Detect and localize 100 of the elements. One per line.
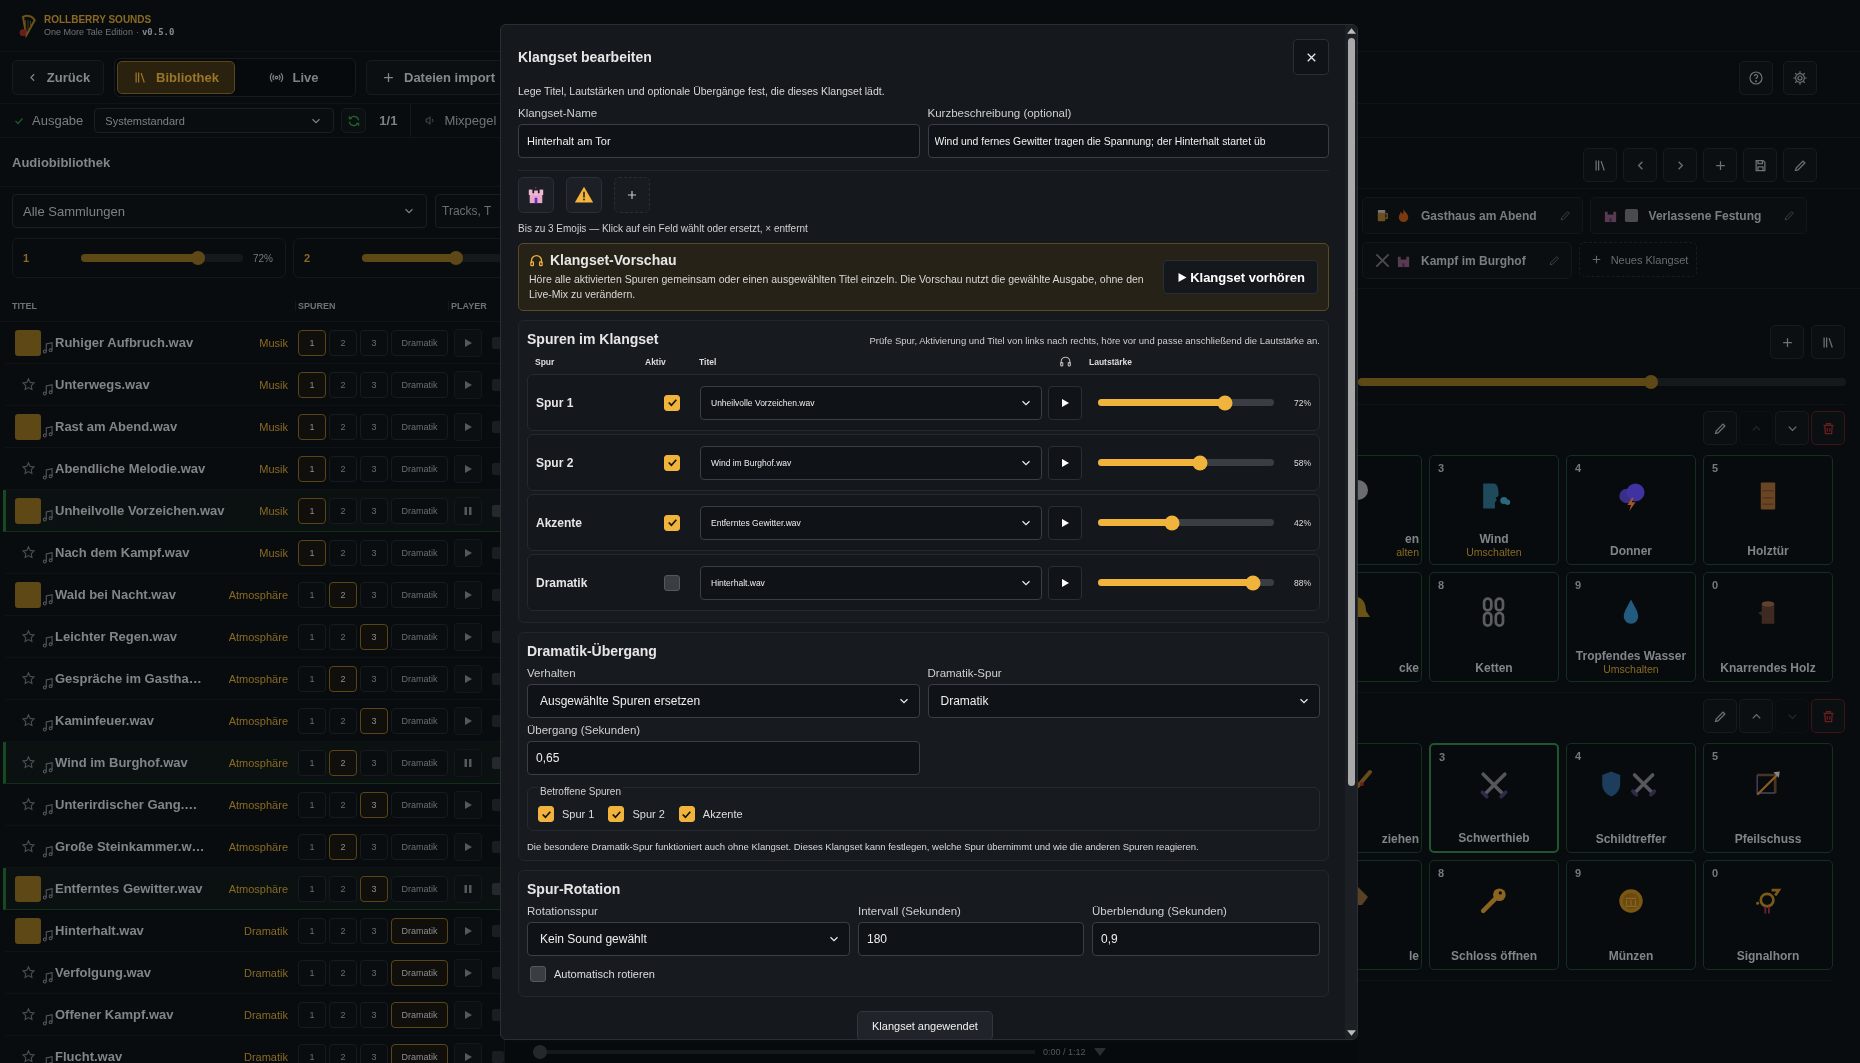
track-row[interactable]: Unterirdischer Gang.… Atmosphäre 1 2 3 Dramatik bbox=[3, 784, 504, 826]
sound-tile[interactable]: 9 Münzen bbox=[1566, 860, 1696, 970]
track-slot-button[interactable]: 3 bbox=[360, 1001, 388, 1028]
track-row[interactable]: Unterwegs.wav Musik 1 2 3 Dramatik bbox=[3, 364, 504, 406]
track-slot-button[interactable]: 2 bbox=[329, 413, 357, 440]
track-slot-button[interactable]: 3 bbox=[360, 539, 388, 566]
track-slot-button[interactable]: 1 bbox=[298, 413, 326, 440]
track-slot-button[interactable]: 1 bbox=[298, 665, 326, 692]
favorite-marker[interactable] bbox=[15, 329, 41, 356]
track-slot-button[interactable]: Dramatik bbox=[391, 875, 448, 902]
track-slot-button[interactable]: 3 bbox=[360, 749, 388, 776]
sound-tile[interactable]: 8 Schloss öffnen bbox=[1429, 860, 1559, 970]
track-slot-button[interactable]: 3 bbox=[360, 497, 388, 524]
sound-tile[interactable]: 9 Tropfendes Wasser Umschalten bbox=[1566, 572, 1696, 682]
scrollbar[interactable] bbox=[1345, 25, 1357, 1039]
track-slot-button[interactable]: Dramatik bbox=[391, 329, 448, 356]
nav-tab[interactable]: Bibliothek bbox=[117, 61, 235, 94]
sound-tile[interactable]: 3 Wind Umschalten bbox=[1429, 455, 1559, 565]
track-slot-button[interactable]: 1 bbox=[298, 917, 326, 944]
edit-button[interactable] bbox=[1783, 148, 1817, 182]
track-slot-button[interactable]: 2 bbox=[329, 497, 357, 524]
track-slot-button[interactable]: 1 bbox=[298, 1043, 326, 1063]
add-button[interactable] bbox=[1770, 325, 1804, 359]
track-row[interactable]: Verfolgung.wav Dramatik 1 2 3 Dramatik bbox=[3, 952, 504, 994]
volume-slider[interactable] bbox=[81, 254, 243, 262]
track-slot-button[interactable]: Dramatik bbox=[391, 959, 448, 986]
pencil-icon[interactable] bbox=[1783, 209, 1797, 222]
favorite-marker[interactable] bbox=[15, 917, 41, 944]
star-icon[interactable] bbox=[21, 377, 36, 392]
crossfade-field[interactable]: 0,9 bbox=[1092, 922, 1320, 957]
track-slot-button[interactable]: 2 bbox=[329, 791, 357, 818]
star-icon[interactable] bbox=[21, 713, 36, 728]
track-slot-button[interactable]: Dramatik bbox=[391, 749, 448, 776]
track-slot-button[interactable]: 2 bbox=[329, 917, 357, 944]
scroll-down-icon[interactable] bbox=[1346, 1030, 1356, 1036]
track-slot-button[interactable]: Dramatik bbox=[391, 833, 448, 860]
track-slot-button[interactable]: 3 bbox=[360, 959, 388, 986]
track-slot-button[interactable]: Dramatik bbox=[391, 581, 448, 608]
play-button[interactable] bbox=[1048, 445, 1082, 480]
star-icon[interactable] bbox=[21, 1007, 36, 1022]
track-slot-button[interactable]: 2 bbox=[329, 455, 357, 482]
track-slot-button[interactable]: 3 bbox=[360, 371, 388, 398]
library-button[interactable] bbox=[1811, 325, 1845, 359]
checkbox[interactable] bbox=[664, 574, 680, 591]
nav-tab[interactable]: Live bbox=[235, 61, 353, 94]
emoji-slot[interactable] bbox=[566, 177, 602, 213]
star-icon[interactable] bbox=[21, 797, 36, 812]
delete-button[interactable] bbox=[1811, 699, 1845, 733]
save-button[interactable] bbox=[1743, 148, 1777, 182]
sound-tile[interactable]: cke bbox=[1358, 572, 1422, 682]
track-slot-button[interactable]: Dramatik bbox=[391, 497, 448, 524]
sound-tile[interactable]: ziehen bbox=[1358, 743, 1422, 853]
pencil-icon[interactable] bbox=[1558, 209, 1572, 222]
star-icon[interactable] bbox=[21, 755, 36, 770]
track-slot-button[interactable]: 2 bbox=[329, 539, 357, 566]
play-button[interactable] bbox=[1048, 505, 1082, 540]
track-slot-button[interactable]: 1 bbox=[298, 497, 326, 524]
star-icon[interactable] bbox=[21, 545, 36, 560]
sound-tile[interactable]: le bbox=[1358, 860, 1422, 970]
track-slot-button[interactable]: 2 bbox=[329, 707, 357, 734]
star-icon[interactable] bbox=[21, 629, 36, 644]
preview-button[interactable]: Klangset vorhören bbox=[1163, 260, 1318, 295]
refresh-button[interactable] bbox=[341, 108, 367, 133]
soundset-chip[interactable]: Kampf im Burghof bbox=[1362, 242, 1572, 279]
track-slot-button[interactable]: Dramatik bbox=[391, 665, 448, 692]
track-slot-button[interactable]: 3 bbox=[360, 707, 388, 734]
sound-tile[interactable]: en alten bbox=[1358, 455, 1422, 565]
track-row[interactable]: Gespräche im Gastha… Atmosphäre 1 2 3 Dramatik bbox=[3, 658, 504, 700]
track-slot-button[interactable]: 1 bbox=[298, 623, 326, 650]
track-slot-button[interactable]: 3 bbox=[360, 665, 388, 692]
track-slot-button[interactable]: Dramatik bbox=[391, 791, 448, 818]
track-slot-button[interactable]: 3 bbox=[360, 329, 388, 356]
track-slot-button[interactable]: 2 bbox=[329, 1043, 357, 1063]
back-button[interactable]: Zurück bbox=[12, 60, 104, 95]
sound-tile[interactable]: 8 Ketten bbox=[1429, 572, 1559, 682]
close-button[interactable] bbox=[1293, 39, 1329, 75]
pencil-icon[interactable] bbox=[1547, 254, 1561, 267]
track-slot-button[interactable]: 1 bbox=[298, 749, 326, 776]
soundset-chip[interactable]: Gasthaus am Abend bbox=[1362, 197, 1583, 234]
track-row[interactable]: Ruhiger Aufbruch.wav Musik 1 2 3 Dramatik bbox=[3, 322, 504, 364]
track-slot-button[interactable]: 2 bbox=[329, 623, 357, 650]
slider-thumb[interactable] bbox=[448, 251, 463, 265]
sound-tile[interactable]: 0 Signalhorn bbox=[1703, 860, 1833, 970]
track-slot-button[interactable]: 2 bbox=[329, 749, 357, 776]
track-select[interactable]: Entferntes Gewitter.wav bbox=[700, 505, 1042, 540]
checkbox[interactable] bbox=[678, 806, 695, 823]
slider-thumb[interactable] bbox=[1245, 575, 1261, 591]
checkbox[interactable] bbox=[664, 394, 680, 411]
settings-button[interactable] bbox=[1783, 60, 1817, 95]
rotation-track-select[interactable]: Kein Sound gewählt bbox=[527, 922, 850, 957]
favorite-marker[interactable] bbox=[15, 413, 41, 440]
track-row[interactable]: Hinterhalt.wav Dramatik 1 2 3 Dramatik bbox=[3, 910, 504, 952]
track-slot-button[interactable]: 1 bbox=[298, 329, 326, 356]
sound-tile[interactable]: 4 Donner bbox=[1566, 455, 1696, 565]
new-soundset-button[interactable]: Neues Klangset bbox=[1578, 242, 1698, 277]
sound-tile[interactable]: 4 Schildtreffer bbox=[1566, 743, 1696, 853]
collection-select[interactable]: Alle Sammlungen bbox=[12, 194, 427, 228]
slider-thumb[interactable] bbox=[1643, 375, 1658, 389]
play-button[interactable] bbox=[1048, 385, 1082, 420]
track-slot-button[interactable]: Dramatik bbox=[391, 413, 448, 440]
